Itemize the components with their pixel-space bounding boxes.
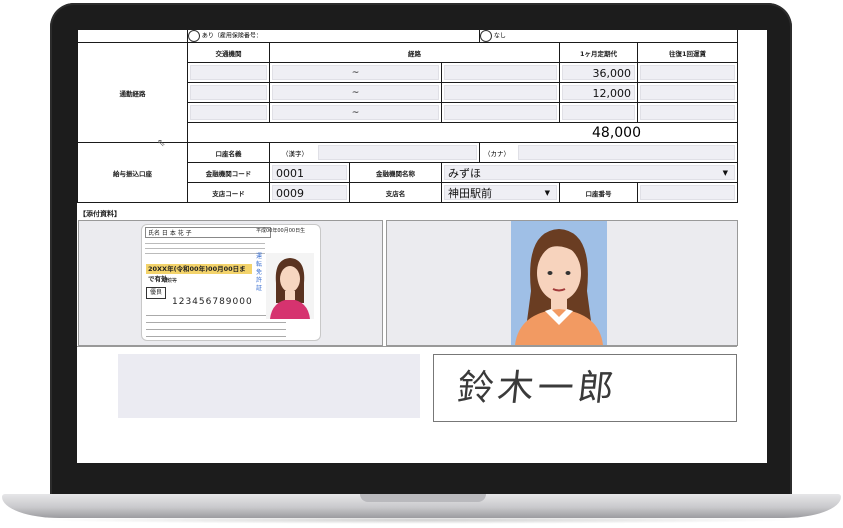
commute-total: 48,000 [187,122,738,143]
route-from-input[interactable]: ~ [272,65,439,80]
license-attachment[interactable]: 氏名 日 本 花 子 平成00年00月00日生 20XX年(令和00年)00月0… [78,220,383,346]
insurance-no-label: なし [493,32,506,40]
license-side-text: 運転免許証 [256,253,263,292]
bank-code-label: 金融機関コード [187,162,270,183]
monthly-pass-header: 1ヶ月定期代 [559,42,638,63]
license-birth: 平成00年00月00日生 [256,228,306,234]
kanji-label: （漢字） [282,149,308,158]
photo-attachment[interactable] [386,220,738,346]
bank-name-row: 給与振込口座 口座名義 （漢字） （カナ） [77,142,738,203]
laptop-base [2,494,841,518]
chevron-down-icon: ▼ [544,189,550,197]
account-number-input[interactable] [640,185,735,200]
chevron-down-icon: ▼ [722,169,728,177]
route-header: 経路 [269,42,560,63]
monthly-pass-input[interactable]: 12,000 [562,85,635,100]
mouse-cursor-icon: ⇖ [157,138,166,149]
monthly-pass-input[interactable]: 36,000 [562,65,635,80]
route-to-input[interactable] [444,105,557,120]
transport-input[interactable] [190,65,267,80]
bank-code-input[interactable]: 0001 [272,165,347,180]
branch-code-label: 支店コード [187,182,270,203]
form-table: あり（雇用保険番号： なし 通勤経路 交通機関 経路 1ヶ月定期代 往復1回運賃… [77,30,738,203]
transport-header: 交通機関 [187,42,270,63]
account-name-kanji-input[interactable] [318,145,477,160]
route-from-input[interactable]: ~ [272,105,439,120]
license-photo [266,253,314,319]
round-trip-header: 往復1回運賃 [637,42,738,63]
commute-header-row: 通勤経路 交通機関 経路 1ヶ月定期代 往復1回運賃 [77,42,738,143]
license-condition: 眼鏡等 [162,278,178,284]
portrait-photo [511,221,607,345]
transport-input[interactable] [190,105,267,120]
license-expiry: 20XX年(令和00年)00月00日まで有効 [146,264,252,283]
insurance-yes-radio[interactable] [188,30,200,42]
branch-code-input[interactable]: 0009 [272,185,347,200]
transport-input[interactable] [190,85,267,100]
round-trip-input[interactable] [640,65,735,80]
laptop-notch [360,494,486,502]
branch-name-select[interactable]: 神田駅前 ▼ [444,185,557,200]
route-from-input[interactable]: ~ [272,85,439,100]
license-name: 氏名 日 本 花 子 [145,227,271,238]
attachments-title: 【添付資料】 [79,210,121,218]
stamp-area[interactable] [118,354,420,418]
bank-name-label: 金融機関名称 [349,162,442,183]
account-name-kana-input[interactable] [518,145,735,160]
screen: あり（雇用保険番号： なし 通勤経路 交通機関 経路 1ヶ月定期代 往復1回運賃… [77,30,767,463]
branch-name-label: 支店名 [349,182,442,203]
round-trip-input[interactable] [640,85,735,100]
round-trip-input[interactable] [640,105,735,120]
account-name-label: 口座名義 [187,142,270,163]
route-to-input[interactable] [444,65,557,80]
commute-section-label: 通勤経路 [77,42,188,143]
bank-section-label: 給与振込口座 [77,142,188,203]
insurance-row: あり（雇用保険番号： なし [77,30,738,43]
route-to-input[interactable] [444,85,557,100]
bank-name-select[interactable]: みずほ ▼ [444,165,735,180]
insurance-no-radio[interactable] [480,30,492,42]
license-number: 123456789000 [172,297,253,307]
monthly-pass-input[interactable] [562,105,635,120]
attachments-divider [77,346,737,347]
signature-box[interactable]: 鈴木一郎 [433,354,737,422]
signature-text: 鈴木一郎 [455,368,620,409]
kana-label: （カナ） [484,149,510,158]
account-number-label: 口座番号 [559,182,638,203]
drivers-license-image: 氏名 日 本 花 子 平成00年00月00日生 20XX年(令和00年)00月0… [141,224,321,341]
license-badge: 優良 [146,287,166,299]
insurance-yes-label: あり（雇用保険番号： [201,32,262,40]
